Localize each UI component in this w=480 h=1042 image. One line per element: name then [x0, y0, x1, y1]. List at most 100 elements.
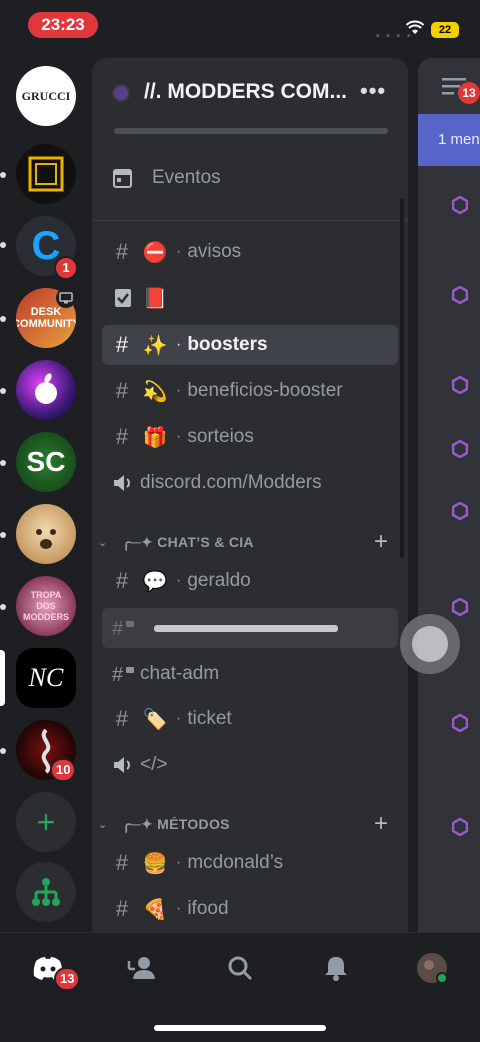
category-label: ╭─✦ MÉTODOS [122, 815, 230, 832]
unread-pip [0, 388, 6, 394]
channel-mcdonalds[interactable]: # 🍔 · mcdonald’s [102, 843, 398, 883]
boost-gem-icon [452, 376, 468, 394]
assistive-touch-button[interactable] [400, 614, 460, 674]
unread-pip [0, 604, 6, 610]
hash-icon: # [115, 332, 129, 357]
guild-mention-badge: 1 [54, 256, 78, 280]
unread-pip [0, 316, 6, 322]
guild-tropa-dos-modders[interactable]: TROPA DOS MODDERS [16, 576, 76, 636]
server-name: //. MODDERS COM... [144, 80, 348, 103]
guild-grucci[interactable]: GRUCCI [16, 66, 76, 126]
explore-servers-button[interactable] [16, 862, 76, 922]
home-mention-badge: 13 [54, 967, 81, 991]
guild-apple-server[interactable] [16, 360, 76, 420]
guild-square-logo[interactable] [16, 144, 76, 204]
boost-gem-icon [452, 440, 468, 458]
unread-pip [0, 460, 6, 466]
svg-text:#: # [112, 618, 124, 639]
channel-name: discord.com/Modders [140, 472, 322, 493]
unread-pip [0, 532, 6, 538]
channel-rules[interactable]: 📕 [102, 278, 398, 318]
add-channel-button[interactable]: + [374, 528, 388, 556]
channel-locked-redacted[interactable]: # [102, 608, 398, 648]
channel-name: ticket [187, 708, 232, 729]
active-server-indicator [0, 650, 5, 706]
boost-gem-icon [452, 714, 468, 732]
hash-icon: # [115, 424, 129, 449]
channel-beneficios-booster[interactable]: # 💫 · beneficios-booster [102, 371, 398, 411]
sparkles-emoji: ✨ [142, 334, 168, 357]
channel-list-panel: //. MODDERS COM... ••• Eventos # ⛔ · avi… [92, 58, 408, 932]
announcement-voice-icon [114, 475, 130, 491]
square-logo-icon [28, 156, 64, 192]
category-label: ╭─✦ CHAT’S & CIA [122, 533, 254, 550]
channel-sorteios[interactable]: # 🎁 · sorteios [102, 417, 398, 457]
channel-ticket[interactable]: # 🏷️ · ticket [102, 699, 398, 739]
server-header[interactable]: //. MODDERS COM... ••• [92, 58, 408, 138]
channel-boosters[interactable]: # ✨ · boosters [102, 325, 398, 365]
channel-name: boosters [187, 334, 268, 355]
bottom-nav: 13 [0, 932, 480, 1042]
guild-mention-badge: 10 [50, 758, 77, 782]
chevron-down-icon: ⌄ [98, 818, 108, 831]
channel-discord-modders[interactable]: discord.com/Modders [102, 463, 398, 503]
status-bar: 23:23 • • • • 22 [0, 0, 480, 52]
server-icon [112, 84, 130, 102]
channel-name: mcdonald’s [187, 852, 284, 873]
channel-name: avisos [187, 241, 242, 262]
svg-text:#: # [112, 664, 124, 685]
channel-geraldo[interactable]: # 💬 · geraldo [102, 561, 398, 601]
events-item[interactable]: Eventos [102, 158, 398, 198]
speaker-icon [114, 757, 130, 773]
locked-hash-icon: # [112, 664, 134, 685]
pizza-emoji: 🍕 [142, 898, 168, 921]
hash-icon: # [115, 706, 129, 731]
label-tag-emoji: 🏷️ [142, 708, 168, 731]
thread-count-badge: 13 [458, 82, 480, 104]
unread-pip [0, 172, 6, 178]
guild-cat-server[interactable] [16, 504, 76, 564]
tab-search[interactable] [220, 951, 260, 985]
add-server-button[interactable]: + [16, 792, 76, 852]
guild-sc-server[interactable]: SC [16, 432, 76, 492]
unread-pip [0, 748, 6, 754]
category-metodos[interactable]: ⌄ ╭─✦ MÉTODOS + [98, 810, 398, 838]
hash-icon: # [115, 850, 129, 875]
channel-ifood[interactable]: # 🍕 · ifood [102, 889, 398, 929]
channel-name: ifood [187, 898, 229, 919]
status-time: 23:23 [28, 12, 98, 38]
redacted-channel-name [154, 624, 338, 632]
category-chats-cia[interactable]: ⌄ ╭─✦ CHAT’S & CIA + [98, 528, 398, 556]
hash-icon: # [115, 568, 129, 593]
search-icon [228, 956, 253, 981]
new-messages-banner[interactable]: 1 men [418, 114, 480, 166]
tab-notifications[interactable] [316, 951, 356, 985]
apple-logo-icon [35, 373, 57, 404]
channel-voice-code[interactable]: </> [102, 745, 398, 785]
tab-friends[interactable] [122, 951, 162, 985]
gift-emoji: 🎁 [142, 426, 168, 449]
channel-name: sorteios [187, 426, 254, 447]
chat-preview-strip[interactable]: 13 1 men [418, 58, 480, 932]
section-divider [92, 220, 408, 221]
server-boost-progress [114, 128, 388, 134]
boost-gem-icon [452, 286, 468, 304]
book-emoji: 📕 [142, 287, 168, 310]
hash-icon: # [115, 378, 129, 403]
boost-gem-icon [452, 502, 468, 520]
channel-name: chat-adm [140, 663, 220, 684]
tab-profile[interactable] [412, 951, 452, 985]
boost-gem-icon [452, 818, 468, 836]
boost-gem-icon [452, 598, 468, 616]
guild-nc-server[interactable]: NC [16, 648, 76, 708]
server-more-button[interactable]: ••• [360, 78, 386, 104]
server-rail: GRUCCI C 1 DESK COMMUNITY SC TROPA D [0, 52, 92, 932]
add-channel-button[interactable]: + [374, 810, 388, 838]
channel-avisos[interactable]: # ⛔ · avisos [102, 232, 398, 272]
events-label: Eventos [152, 167, 221, 188]
channel-name: </> [140, 754, 168, 775]
channel-scrollbar[interactable] [400, 198, 404, 558]
friends-icon [127, 957, 155, 979]
channel-chat-adm[interactable]: # chat-adm [102, 654, 398, 694]
channel-name: geraldo [187, 570, 251, 591]
